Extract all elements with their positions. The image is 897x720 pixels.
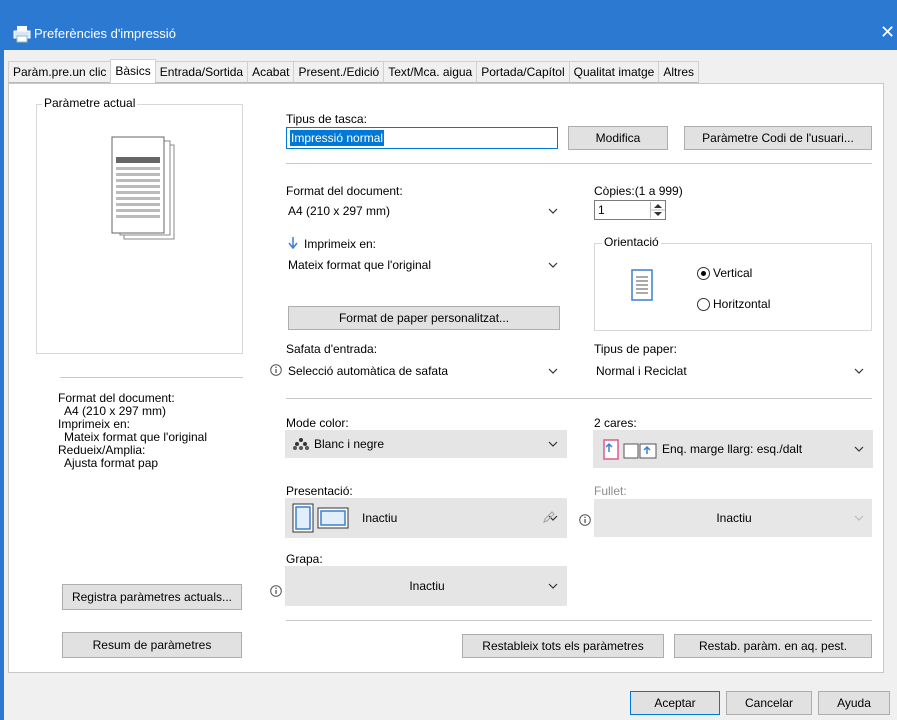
current-setting-label: Paràmetre actual (42, 96, 138, 110)
info-icon (270, 364, 282, 376)
black-white-dots-icon (293, 438, 309, 450)
copies-value: 1 (598, 203, 605, 217)
staple-value: Inactiu (409, 579, 445, 593)
input-tray-label: Safata d'entrada: (286, 342, 378, 356)
tab-input-output[interactable]: Entrada/Sortida (154, 61, 249, 83)
orientation-horizontal-label: Horitzontal (713, 297, 771, 311)
settings-summary: Format del document: A4 (210 x 297 mm) I… (58, 392, 207, 470)
copies-label: Còpies:(1 a 999) (594, 184, 683, 198)
tab-cover-chapter[interactable]: Portada/Capítol (476, 61, 570, 83)
staple-select[interactable]: Inactiu (285, 566, 567, 606)
window-title: Preferències d'impressió (34, 26, 176, 41)
chevron-down-icon (854, 515, 864, 521)
duplex-value: Enq. marge llarg: esq./dalt (662, 442, 803, 456)
chevron-down-icon (548, 583, 558, 589)
chevron-down-icon (548, 262, 558, 268)
color-mode-value: Blanc i negre (314, 437, 385, 451)
orientation-vertical-radio[interactable]: Vertical (697, 266, 752, 280)
input-tray-value: Selecció automàtica de safata (288, 364, 449, 378)
radio-unselected-icon (697, 297, 710, 311)
help-button[interactable]: Ayuda (818, 691, 890, 715)
color-mode-label: Mode color: (286, 416, 349, 430)
chevron-down-icon (854, 446, 864, 452)
tab-others[interactable]: Altres (658, 61, 700, 83)
job-type-value: Impressió normal (290, 130, 385, 146)
edit-pencil-icon[interactable] (542, 510, 556, 524)
layout-select[interactable]: Inactiu (285, 498, 567, 538)
summary-line: Ajusta format pap (64, 456, 159, 470)
info-icon (579, 514, 591, 526)
tab-strip: Paràm.pre.un clic Bàsics Entrada/Sortida… (8, 59, 700, 83)
close-icon[interactable]: ✕ (880, 22, 895, 43)
title-bar: Preferències d'impressió ✕ (0, 0, 897, 50)
chevron-down-icon (548, 208, 558, 214)
reset-tab-button[interactable]: Restab. paràm. en aq. pest. (674, 634, 872, 658)
layout-value: Inactiu (362, 511, 398, 525)
user-code-button[interactable]: Paràmetre Codi de l'usuari... (684, 126, 872, 150)
separator (286, 398, 872, 399)
tab-layout-edit[interactable]: Present./Edició (293, 61, 385, 83)
spin-buttons[interactable] (650, 202, 665, 218)
document-format-value: A4 (210 x 297 mm) (288, 204, 391, 218)
layout-pages-icon (292, 503, 349, 533)
paper-type-select[interactable]: Normal i Reciclat (593, 360, 873, 382)
paper-type-value: Normal i Reciclat (596, 364, 687, 378)
color-mode-select[interactable]: Blanc i negre (285, 430, 567, 458)
document-preview-icon (111, 136, 175, 240)
tab-basics[interactable]: Bàsics (110, 59, 156, 83)
job-type-field[interactable]: Impressió normal (286, 127, 558, 149)
booklet-value: Inactiu (716, 511, 752, 525)
separator (286, 163, 872, 164)
print-on-value: Mateix format que l'original (288, 258, 432, 272)
portrait-page-icon (631, 269, 653, 301)
reset-all-button[interactable]: Restableix tots els paràmetres (462, 634, 664, 658)
orientation-horizontal-radio[interactable]: Horitzontal (697, 297, 770, 311)
input-tray-select[interactable]: Selecció automàtica de safata (285, 360, 567, 382)
cancel-button[interactable]: Cancelar (726, 691, 812, 715)
job-type-label: Tipus de tasca: (286, 112, 367, 126)
chevron-down-icon (548, 441, 558, 447)
custom-paper-size-button[interactable]: Format de paper personalitzat... (288, 306, 560, 330)
chevron-down-icon (854, 368, 864, 374)
tab-image-quality[interactable]: Qualitat imatge (568, 61, 660, 83)
tab-text-watermark[interactable]: Text/Mca. aigua (383, 61, 478, 83)
document-format-label: Format del document: (286, 184, 403, 198)
copies-stepper[interactable]: 1 (594, 200, 666, 220)
paper-type-label: Tipus de paper: (594, 342, 677, 356)
tab-one-click[interactable]: Paràm.pre.un clic (8, 61, 112, 83)
ok-button[interactable]: Aceptar (630, 691, 720, 715)
radio-selected-icon (697, 266, 710, 280)
staple-label: Grapa: (286, 552, 323, 566)
tab-finishing[interactable]: Acabat (247, 61, 295, 83)
info-icon (270, 585, 282, 597)
orientation-label: Orientació (602, 235, 661, 249)
settings-summary-button[interactable]: Resum de paràmetres (62, 632, 242, 658)
document-format-select[interactable]: A4 (210 x 297 mm) (285, 200, 567, 222)
print-on-select[interactable]: Mateix format que l'original (285, 254, 567, 276)
separator (286, 620, 872, 621)
duplex-label: 2 cares: (594, 416, 637, 430)
duplex-long-edge-icon (603, 439, 657, 460)
spin-arrows-icon (651, 204, 665, 216)
left-separator (60, 377, 243, 378)
layout-label: Presentació: (286, 484, 353, 498)
modify-button[interactable]: Modifica (568, 126, 668, 150)
print-on-label: Imprimeix en: (304, 237, 377, 251)
printer-icon (13, 26, 31, 43)
chevron-down-icon (548, 368, 558, 374)
booklet-select[interactable]: Inactiu (593, 498, 873, 538)
duplex-select[interactable]: Enq. marge llarg: esq./dalt (593, 430, 873, 468)
booklet-label: Fullet: (594, 484, 627, 498)
orientation-vertical-label: Vertical (713, 266, 753, 280)
register-settings-button[interactable]: Registra paràmetres actuals... (62, 584, 242, 610)
arrow-down-icon (288, 237, 298, 250)
